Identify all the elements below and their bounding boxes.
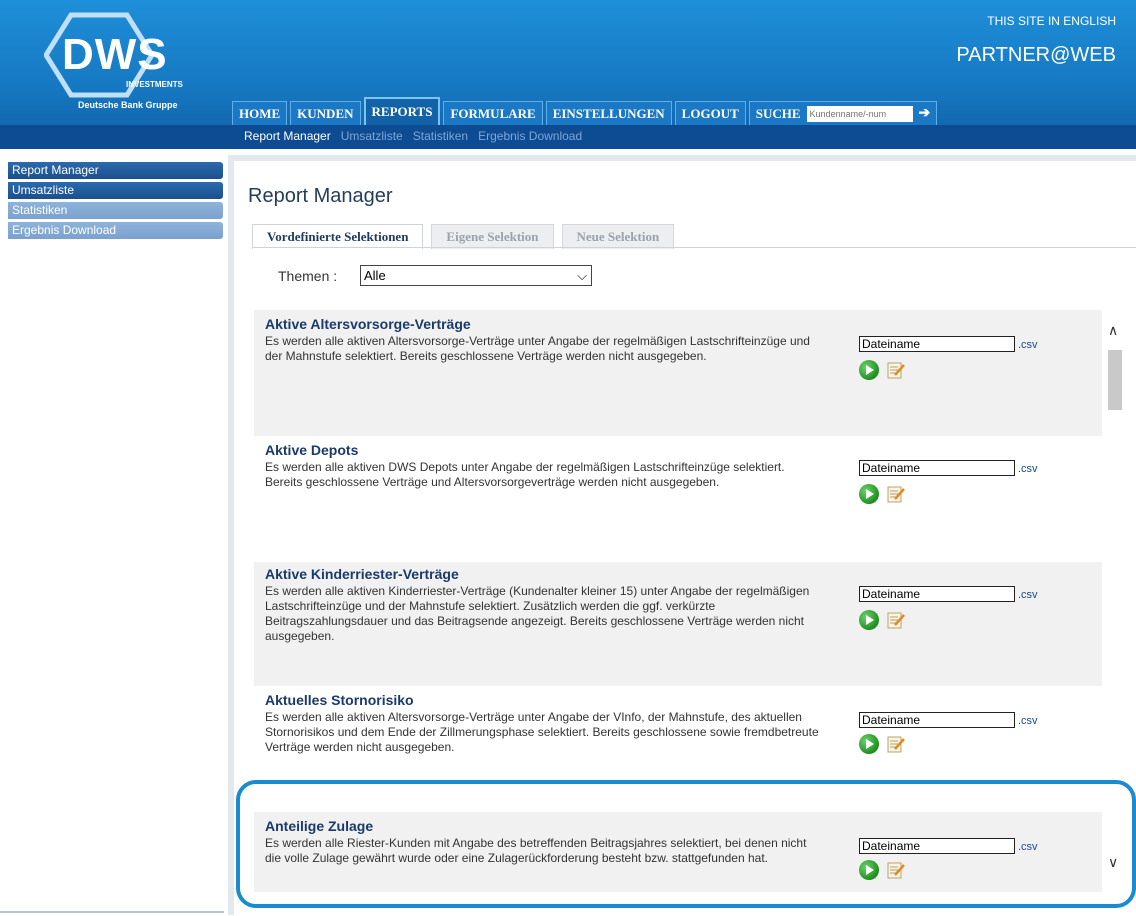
subnav-ergebnis-download[interactable]: Ergebnis Download	[478, 129, 582, 143]
search-box: SUCHE ➔	[748, 101, 938, 125]
file-extension: .csv	[1018, 841, 1038, 853]
logo-text: DWS	[62, 30, 168, 79]
subnav-report-manager[interactable]: Report Manager	[244, 129, 331, 143]
main-nav: HOME KUNDEN REPORTS FORMULARE EINSTELLUN…	[232, 97, 938, 125]
file-extension: .csv	[1018, 715, 1038, 727]
sidebar-item-report-manager[interactable]: Report Manager	[8, 162, 223, 179]
edit-note-icon[interactable]	[886, 484, 906, 504]
divider	[0, 911, 224, 913]
report-title: Anteilige Zulage	[265, 818, 374, 834]
tab-logout[interactable]: LOGOUT	[674, 101, 746, 125]
list-item: Anteilige Zulage Es werden alle Riester-…	[254, 812, 1102, 892]
subnav-statistiken[interactable]: Statistiken	[413, 129, 468, 143]
logo-sub: INVESTMENTS	[126, 80, 183, 89]
play-circle-icon[interactable]	[859, 610, 879, 630]
sidebar-item-umsatzliste[interactable]: Umsatzliste	[8, 182, 223, 199]
tab-eigene-selektion[interactable]: Eigene Selektion	[431, 224, 554, 249]
edit-note-icon[interactable]	[886, 610, 906, 630]
tab-reports[interactable]: REPORTS	[363, 97, 441, 125]
list-item: Aktive Altersvorsorge-Verträge Es werden…	[254, 310, 1102, 436]
report-title: Aktive Depots	[265, 442, 359, 458]
sidebar: Report Manager Umsatzliste Statistiken E…	[8, 162, 223, 242]
site-title: PARTNER@WEB	[956, 44, 1116, 66]
scrollbar[interactable]: ∧ ∨	[1104, 322, 1126, 882]
tab-einstellungen[interactable]: EINSTELLUNGEN	[545, 101, 672, 125]
report-description: Es werden alle aktiven Altersvorsorge-Ve…	[265, 334, 810, 363]
play-circle-icon[interactable]	[859, 360, 879, 380]
report-title: Aktive Altersvorsorge-Verträge	[265, 316, 471, 332]
header: DWS INVESTMENTS Deutsche Bank Gruppe THI…	[0, 0, 1136, 125]
logo-group: Deutsche Bank Gruppe	[78, 100, 178, 110]
tab-underline	[252, 247, 1136, 248]
sidebar-item-ergebnis-download[interactable]: Ergebnis Download	[8, 222, 223, 239]
edit-note-icon[interactable]	[886, 734, 906, 754]
themen-value: Alle	[364, 268, 386, 283]
search-input[interactable]	[806, 105, 913, 122]
scroll-thumb[interactable]	[1108, 350, 1122, 410]
language-link[interactable]: THIS SITE IN ENGLISH	[987, 14, 1116, 28]
play-circle-icon[interactable]	[859, 484, 879, 504]
report-description: Es werden alle aktiven Altersvorsorge-Ve…	[265, 710, 819, 754]
themen-label: Themen :	[278, 268, 338, 284]
edit-note-icon[interactable]	[886, 360, 906, 380]
sidebar-item-statistiken[interactable]: Statistiken	[8, 202, 223, 219]
tab-vordefinierte-selektionen[interactable]: Vordefinierte Selektionen	[252, 224, 424, 249]
filename-input[interactable]: Dateiname	[859, 336, 1015, 352]
play-circle-icon[interactable]	[859, 734, 879, 754]
arrow-right-icon[interactable]: ➔	[919, 105, 931, 122]
subnav-umsatzliste[interactable]: Umsatzliste	[341, 129, 403, 143]
report-description: Es werden alle Riester-Kunden mit Angabe…	[265, 836, 807, 865]
selection-tabs: Vordefinierte Selektionen Eigene Selekti…	[252, 224, 675, 249]
play-circle-icon[interactable]	[859, 860, 879, 880]
tab-kunden[interactable]: KUNDEN	[290, 101, 361, 125]
chevron-up-icon[interactable]: ∧	[1108, 322, 1118, 339]
tab-home[interactable]: HOME	[232, 101, 288, 125]
report-title: Aktuelles Stornorisiko	[265, 692, 414, 708]
list-item: Aktive Kinderriester-Verträge Es werden …	[254, 562, 1102, 686]
edit-note-icon[interactable]	[886, 860, 906, 880]
report-title: Aktive Kinderriester-Verträge	[265, 566, 459, 582]
page-title: Report Manager	[248, 185, 393, 207]
filename-input[interactable]: Dateiname	[859, 586, 1015, 602]
file-extension: .csv	[1018, 589, 1038, 601]
search-label: SUCHE	[755, 105, 801, 121]
tab-formulare[interactable]: FORMULARE	[443, 101, 543, 125]
report-description: Es werden alle aktiven Kinderriester-Ver…	[265, 584, 810, 643]
chevron-down-icon[interactable]: ∨	[1108, 854, 1118, 871]
sub-nav: Report Manager Umsatzliste Statistiken E…	[0, 125, 1136, 149]
file-extension: .csv	[1018, 463, 1038, 475]
themen-select[interactable]: Alle ⌵	[360, 265, 592, 286]
dws-logo[interactable]: DWS INVESTMENTS Deutsche Bank Gruppe	[22, 8, 192, 110]
tab-neue-selektion[interactable]: Neue Selektion	[561, 224, 675, 249]
report-list: Aktive Altersvorsorge-Verträge Es werden…	[254, 308, 1104, 916]
chevron-down-icon: ⌵	[577, 268, 587, 283]
file-extension: .csv	[1018, 339, 1038, 351]
filename-input[interactable]: Dateiname	[859, 460, 1015, 476]
list-item: Aktuelles Stornorisiko Es werden alle ak…	[254, 688, 1102, 808]
filename-input[interactable]: Dateiname	[859, 712, 1015, 728]
report-description: Es werden alle aktiven DWS Depots unter …	[265, 460, 785, 489]
filename-input[interactable]: Dateiname	[859, 838, 1015, 854]
list-item: Aktive Depots Es werden alle aktiven DWS…	[254, 438, 1102, 560]
